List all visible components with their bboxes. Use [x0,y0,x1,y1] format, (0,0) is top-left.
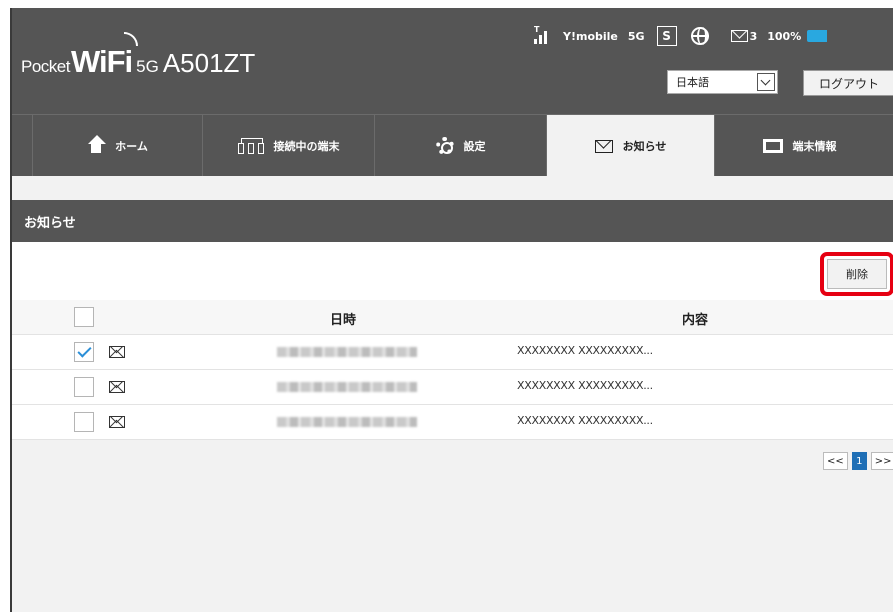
devices-icon [237,138,264,154]
redacted-date [277,347,417,357]
tab-connected-devices-label: 接続中の端末 [273,140,340,153]
logo-wifi: WiFi [70,32,139,80]
redacted-date [277,417,417,427]
header: Pocket WiFi 5G A501ZT T Y!mobile 5G S 3 … [12,8,893,114]
redacted-date [277,382,417,392]
tab-notifications[interactable]: お知らせ [546,115,714,177]
battery-percent: 100% [767,29,802,43]
table-header-row: 日時 内容 [12,300,893,335]
row-content: XXXXXXXX XXXXXXXXX... [517,414,653,427]
logo-5g: 5G [136,57,159,76]
mail-icon [730,30,748,42]
envelope-icon [109,381,125,393]
delete-button[interactable]: 削除 [827,259,887,289]
battery-icon [807,30,828,42]
toolbar: 削除 [12,242,893,300]
tab-settings-label: 設定 [463,140,486,153]
tab-connected-devices[interactable]: 接続中の端末 [202,115,374,177]
row-content: XXXXXXXX XXXXXXXXX... [517,344,653,357]
tab-home[interactable]: ホーム [32,115,202,177]
row-checkbox[interactable] [74,377,94,397]
chevron-down-icon[interactable] [757,73,775,91]
home-icon [87,135,107,153]
signal-icon: T [534,25,549,44]
logo-wifi-text: WiFi [70,44,133,79]
table-row[interactable]: XXXXXXXX XXXXXXXXX... [12,405,893,440]
antenna-mark: T [534,25,540,34]
status-bar: T Y!mobile 5G S 3 100% [534,22,828,50]
tab-home-label: ホーム [115,140,148,153]
mail-count: 3 [749,29,758,43]
page-prev-button[interactable]: << [823,452,848,470]
screen-icon [762,139,783,153]
tab-notifications-label: お知らせ [622,140,667,153]
notifications-table: 日時 内容 XXXXXXXX XXXXXXXXX... XXXXXXXX XXX… [12,300,893,440]
envelope-icon [109,346,125,358]
globe-icon [690,27,709,45]
column-header-date: 日時 [330,313,357,328]
product-logo: Pocket WiFi 5G A501ZT [21,32,256,84]
carrier-name: Y!mobile [563,29,618,43]
mail-icon [594,139,613,153]
tab-settings[interactable]: 設定 [374,115,546,177]
tab-device-info-label: 端末情報 [792,140,837,153]
spacer-strip [12,176,893,200]
section-title: お知らせ [12,200,893,242]
row-checkbox[interactable] [74,342,94,362]
gear-icon [435,137,454,155]
sim-icon: S [656,26,677,46]
page-current-button[interactable]: 1 [851,452,867,470]
table-row[interactable]: XXXXXXXX XXXXXXXXX... [12,370,893,405]
logo-pocket: Pocket [21,57,70,76]
envelope-icon [109,416,125,428]
page-next-button[interactable]: >> [870,452,893,470]
main-nav: ホーム 接続中の端末 設定 お知らせ 端末情報 [12,114,893,177]
logo-model: A501ZT [162,48,256,78]
language-select[interactable]: 日本語 [667,70,778,94]
row-content: XXXXXXXX XXXXXXXXX... [517,379,653,392]
row-checkbox[interactable] [74,412,94,432]
tab-device-info[interactable]: 端末情報 [714,115,884,177]
pagination: << 1 >> [819,452,893,470]
wifi-arc-icon [124,32,139,46]
logout-button[interactable]: ログアウト [803,70,893,96]
select-all-checkbox[interactable] [74,307,94,327]
table-row[interactable]: XXXXXXXX XXXXXXXXX... [12,335,893,370]
network-type: 5G [627,29,645,43]
language-value: 日本語 [676,76,709,89]
column-header-content: 内容 [682,313,709,328]
app-frame: Pocket WiFi 5G A501ZT T Y!mobile 5G S 3 … [10,8,893,612]
